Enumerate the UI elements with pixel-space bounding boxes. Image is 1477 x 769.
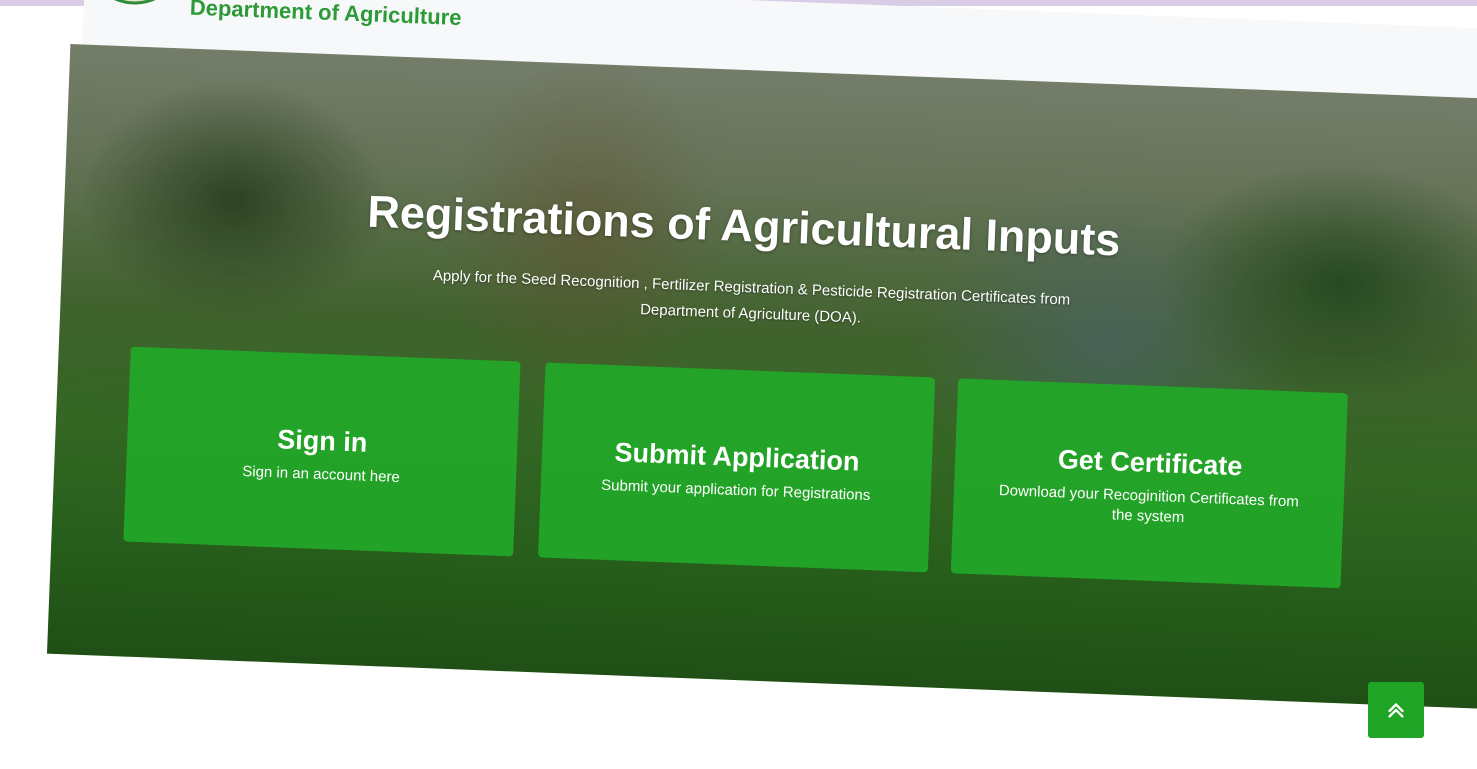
government-seal-icon[interactable]: [93, 0, 175, 6]
sign-in-card-title: Sign in: [276, 424, 368, 458]
page-scene: Department of Agriculture Registrations …: [0, 0, 1477, 768]
hero-title: Registrations of Agricultural Inputs: [366, 185, 1122, 266]
double-chevron-up-icon: [1388, 703, 1404, 718]
submit-application-card[interactable]: Submit Application Submit your applicati…: [538, 362, 936, 573]
hero-subtitle: Apply for the Seed Recognition , Fertili…: [432, 267, 1071, 327]
hero-banner: Registrations of Agricultural Inputs App…: [46, 44, 1477, 710]
department-name[interactable]: Department of Agriculture: [189, 0, 462, 31]
sign-in-card-description: Sign in an account here: [241, 462, 401, 487]
submit-application-card-description: Submit your application for Registration…: [600, 476, 871, 505]
sign-in-card[interactable]: Sign in Sign in an account here: [123, 346, 521, 557]
submit-application-card-title: Submit Application: [614, 437, 861, 477]
scroll-to-top-button[interactable]: [1368, 682, 1424, 738]
get-certificate-card-description: Download your Recoginition Certificates …: [998, 482, 1300, 527]
get-certificate-card-title: Get Certificate: [1057, 444, 1243, 482]
get-certificate-card[interactable]: Get Certificate Download your Recoginiti…: [950, 378, 1348, 589]
